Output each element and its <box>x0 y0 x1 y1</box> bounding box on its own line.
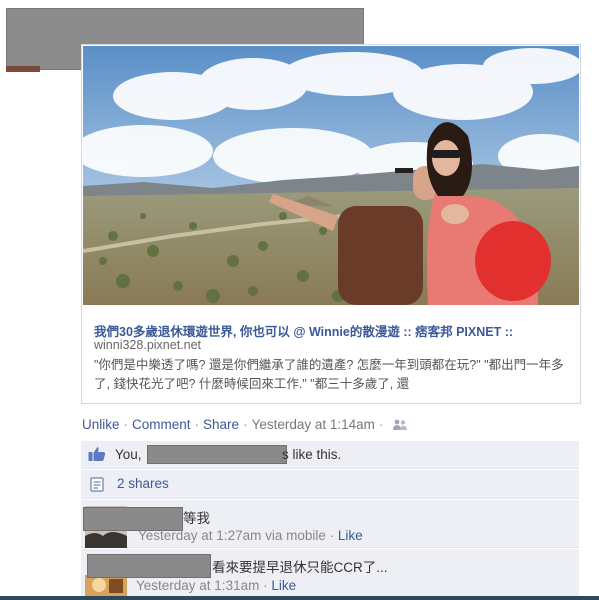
separator: · <box>329 528 335 543</box>
comment-like-link[interactable]: Like <box>338 528 363 543</box>
comment-text: 看來要提早退休只能CCR了... <box>212 560 388 575</box>
comment-via: via mobile <box>265 528 326 543</box>
redacted-friend-names <box>147 445 287 464</box>
separator: · <box>123 417 129 432</box>
link-domain: winni328.pixnet.net <box>94 338 202 352</box>
separator: · <box>194 417 200 432</box>
comment-link[interactable]: Comment <box>132 417 191 432</box>
like-thumb-icon <box>88 446 106 467</box>
friends-icon[interactable] <box>393 419 408 434</box>
comment-item: 看來要提早退休只能CCR了... Yesterday at 1:31am · L… <box>81 549 579 596</box>
share-link[interactable]: Share <box>203 417 239 432</box>
shares-summary: 2 shares <box>81 470 579 499</box>
share-icon <box>90 477 106 497</box>
author-avatar[interactable] <box>6 66 40 72</box>
comment-meta: Yesterday at 1:31am · Like <box>136 578 296 593</box>
post-action-row: Unlike · Comment · Share · Yesterday at 1:14am… <box>82 417 408 434</box>
post-timestamp[interactable]: Yesterday at 1:14am <box>252 417 375 432</box>
likes-you-text: You, <box>115 447 142 462</box>
separator: · <box>243 417 248 432</box>
shares-count-link[interactable]: 2 shares <box>117 476 169 491</box>
bottom-edge-bar <box>0 596 599 600</box>
likes-tail-text: s like this. <box>282 447 342 462</box>
separator: · <box>263 578 268 593</box>
separator: · <box>378 417 384 432</box>
comment-meta: Yesterday at 1:27am via mobile · Like <box>138 528 363 543</box>
comment-item: 等我 Yesterday at 1:27am via mobile · Like <box>81 500 579 548</box>
comment-timestamp[interactable]: Yesterday at 1:27am <box>138 528 261 543</box>
link-description: "你們是中樂透了嗎? 還是你們繼承了誰的遺產? 怎麼一年到頭都在玩?" "都出門… <box>94 358 564 391</box>
comment-text: 等我 <box>183 511 210 526</box>
unlike-link[interactable]: Unlike <box>82 417 120 432</box>
comment-timestamp[interactable]: Yesterday at 1:31am <box>136 578 259 593</box>
likes-summary: You, s like this. <box>81 441 579 469</box>
redacted-commenter-name <box>87 554 211 578</box>
link-preview-photo[interactable] <box>83 46 579 305</box>
shared-link-card[interactable]: 我們30多歲退休環遊世界, 你也可以 @ Winnie的散漫遊 :: 痞客邦 P… <box>81 44 581 404</box>
commenter-avatar[interactable] <box>85 575 127 596</box>
comment-like-link[interactable]: Like <box>271 578 296 593</box>
